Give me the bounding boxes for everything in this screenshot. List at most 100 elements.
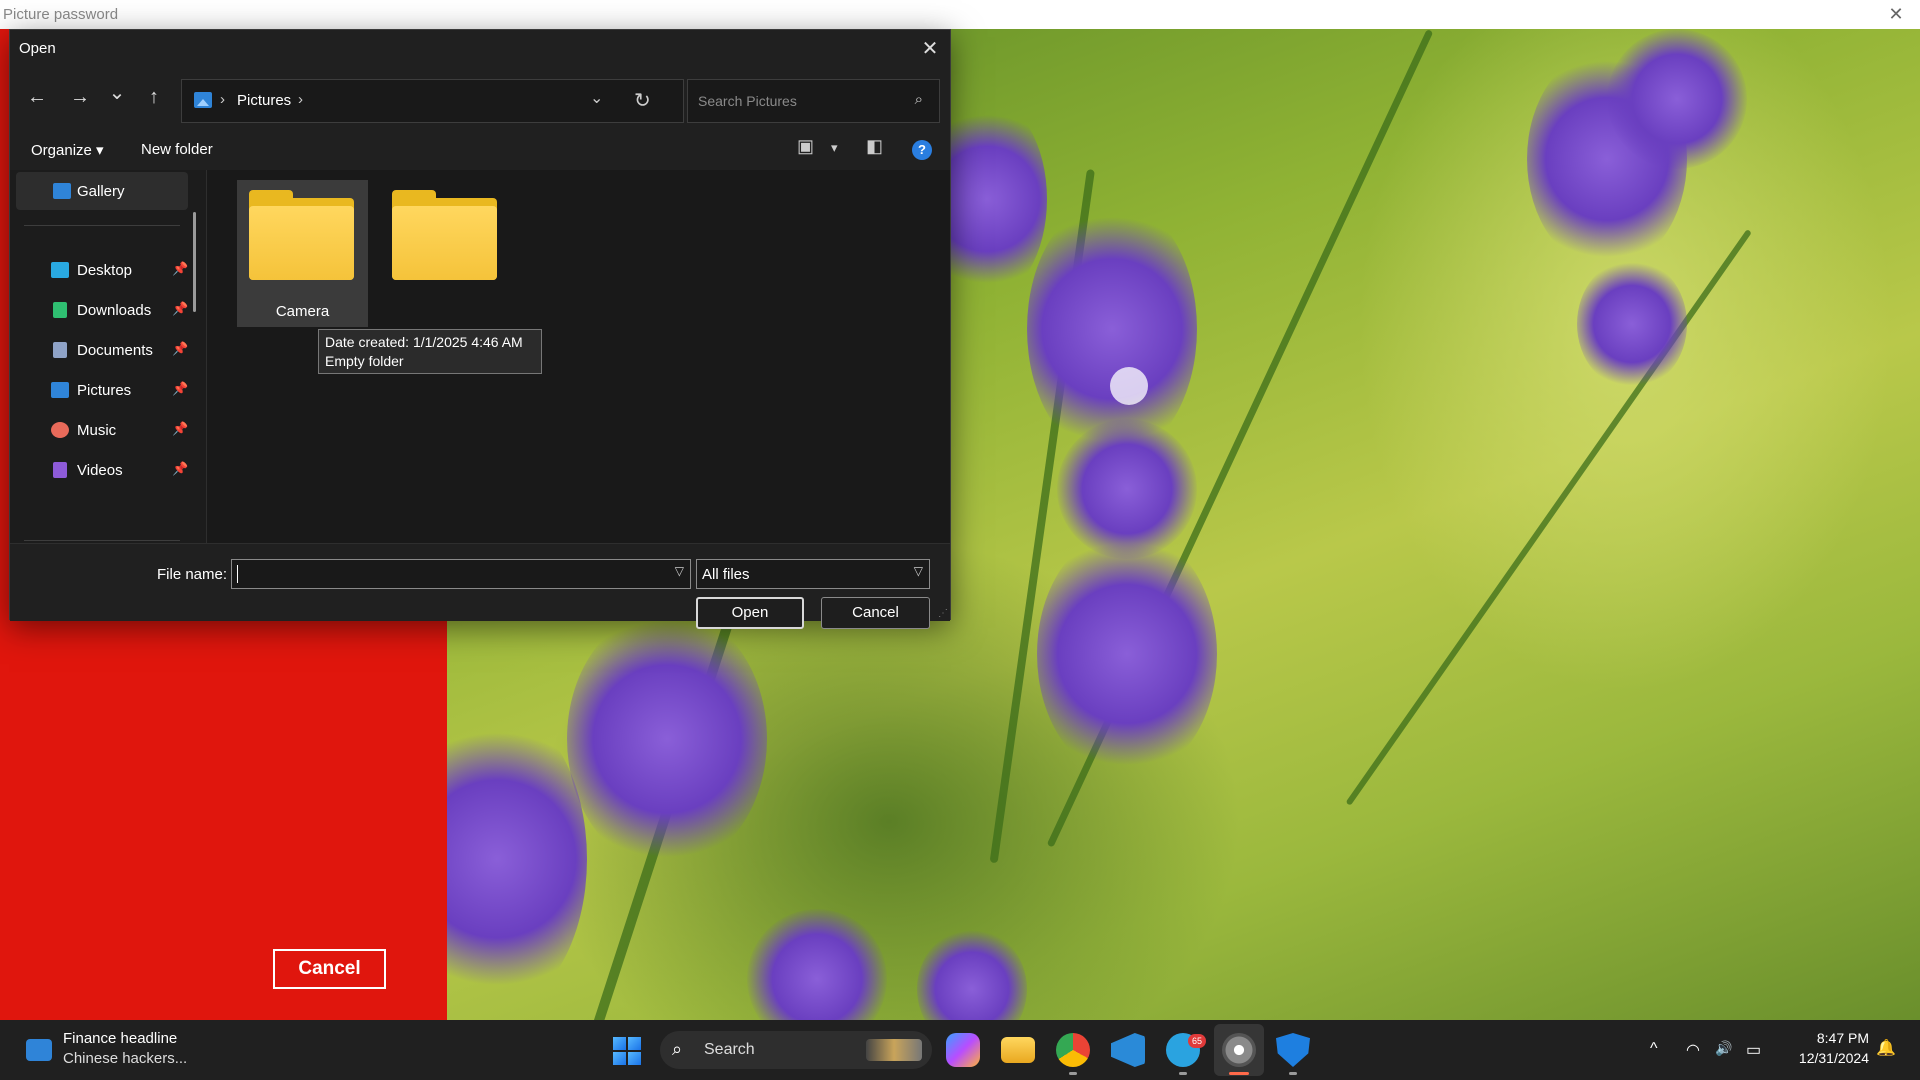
lavender-blossom	[447, 709, 587, 1009]
folder-item[interactable]	[380, 180, 511, 327]
recent-locations-chevron-icon[interactable]: ⌄	[102, 78, 132, 108]
new-folder-button[interactable]: New folder	[141, 141, 213, 158]
desktop-icon	[51, 262, 69, 278]
news-widget-icon[interactable]	[26, 1039, 52, 1061]
wifi-icon[interactable]: ◠	[1686, 1040, 1700, 1060]
lavender-blossom	[1577, 259, 1687, 389]
notification-bell-icon[interactable]: 🔔	[1876, 1038, 1896, 1058]
file-name-dropdown-chevron-icon[interactable]: ▽	[675, 564, 684, 578]
taskbar-search-box[interactable]: ⌕ Search	[660, 1031, 932, 1069]
pictures-icon	[194, 92, 212, 108]
running-indicator	[1289, 1072, 1297, 1075]
dialog-footer: File name: ▽ All files ▽ Open Cancel ⋰	[10, 543, 950, 629]
documents-icon	[53, 342, 67, 358]
search-icon: ⌕	[914, 91, 923, 108]
nav-item-label: Gallery	[77, 183, 125, 200]
open-button[interactable]: Open	[696, 597, 804, 629]
picture-password-cancel-button[interactable]: Cancel	[273, 949, 386, 989]
nav-item-label: Desktop	[77, 262, 133, 279]
file-type-value: All files	[702, 566, 750, 583]
clock-date[interactable]: 12/31/2024	[1786, 1050, 1869, 1066]
command-bar: Organize ▾ New folder ▣ ▾ ◧ ?	[10, 128, 950, 170]
preview-pane-icon[interactable]: ◧	[866, 136, 883, 157]
news-widget-title[interactable]: Finance headline	[63, 1030, 177, 1047]
nav-item-music[interactable]: Music 📌	[16, 411, 188, 449]
help-icon[interactable]: ?	[912, 140, 932, 160]
resize-grip-icon[interactable]: ⋰	[938, 608, 948, 619]
nav-item-videos[interactable]: Videos 📌	[16, 451, 188, 489]
tray-overflow-chevron-icon[interactable]: ^	[1650, 1040, 1658, 1058]
copilot-icon[interactable]	[946, 1033, 980, 1067]
search-highlight-icon	[866, 1039, 922, 1061]
tooltip-date-created: Date created: 1/1/2025 4:46 AM	[325, 334, 523, 350]
refresh-icon[interactable]: ↻	[634, 88, 651, 113]
news-widget-subtitle[interactable]: Chinese hackers...	[63, 1050, 187, 1067]
picture-password-titlebar: Picture password ✕	[0, 0, 1920, 29]
volume-icon[interactable]: 🔊	[1715, 1040, 1732, 1057]
folder-icon-front	[392, 206, 497, 280]
settings-icon[interactable]	[1222, 1033, 1256, 1067]
nav-item-documents[interactable]: Documents 📌	[16, 331, 188, 369]
pin-icon: 📌	[172, 421, 189, 436]
windows-start-icon[interactable]	[613, 1037, 641, 1065]
gallery-icon	[53, 183, 71, 199]
window-close-icon[interactable]: ✕	[1884, 2, 1908, 26]
breadcrumb-separator[interactable]: ›	[298, 91, 303, 108]
tooltip-folder-status: Empty folder	[325, 353, 404, 369]
file-explorer-icon[interactable]	[1001, 1037, 1035, 1063]
dialog-close-icon[interactable]: ✕	[914, 34, 946, 64]
address-bar[interactable]: › Pictures › ⌄ ↻	[181, 79, 684, 123]
folder-icon-front	[249, 206, 354, 280]
view-mode-icon[interactable]: ▣	[797, 136, 814, 157]
pin-icon: 📌	[172, 341, 189, 356]
back-arrow-icon[interactable]: ←	[22, 82, 52, 112]
breadcrumb-pictures[interactable]: Pictures	[237, 92, 291, 109]
security-shield-icon[interactable]	[1276, 1033, 1310, 1067]
dialog-title: Open	[19, 40, 56, 57]
forward-arrow-icon[interactable]: →	[65, 82, 95, 112]
nav-item-desktop[interactable]: Desktop 📌	[16, 251, 188, 289]
up-arrow-icon[interactable]: ↑	[139, 82, 169, 112]
nav-item-gallery[interactable]: Gallery	[16, 172, 188, 210]
pictures-icon	[51, 382, 69, 398]
battery-icon[interactable]: ▭	[1746, 1040, 1761, 1060]
nav-divider	[24, 540, 180, 541]
breadcrumb-separator: ›	[220, 91, 225, 108]
taskbar-search-label: Search	[704, 1041, 755, 1058]
open-file-dialog: Open ✕ ← → ⌄ ↑ › Pictures › ⌄ ↻ Search P…	[9, 29, 951, 629]
pin-icon: 📌	[172, 461, 189, 476]
navigation-pane: Gallery Desktop 📌 Downloads 📌 Documents …	[10, 170, 206, 543]
file-name-field[interactable]: ▽	[231, 559, 691, 589]
stem	[1345, 229, 1752, 806]
vscode-icon[interactable]	[1111, 1033, 1145, 1067]
pin-icon: 📌	[172, 261, 189, 276]
nav-pane-scrollbar[interactable]	[193, 212, 196, 312]
videos-icon	[53, 462, 67, 478]
active-indicator	[1229, 1072, 1249, 1075]
search-input[interactable]: Search Pictures ⌕	[687, 79, 940, 123]
nav-item-label: Music	[77, 422, 117, 439]
nav-item-label: Pictures	[77, 382, 132, 399]
address-dropdown-chevron-icon[interactable]: ⌄	[590, 88, 603, 108]
search-placeholder: Search Pictures	[698, 93, 797, 109]
view-dropdown-chevron-icon[interactable]: ▾	[831, 140, 838, 156]
running-indicator	[1069, 1072, 1077, 1075]
search-icon: ⌕	[672, 1039, 683, 1059]
taskbar: Finance headline Chinese hackers... ⌕ Se…	[0, 1020, 1920, 1080]
lavender-blossom	[1607, 29, 1747, 169]
nav-item-label: Videos	[77, 462, 123, 479]
file-type-select[interactable]: All files ▽	[696, 559, 930, 589]
cancel-button[interactable]: Cancel	[821, 597, 930, 629]
nav-item-downloads[interactable]: Downloads 📌	[16, 291, 188, 329]
lavender-blossom	[747, 909, 887, 1020]
organize-button[interactable]: Organize ▾	[31, 141, 104, 159]
text-caret	[237, 565, 238, 583]
pin-icon: 📌	[172, 381, 189, 396]
nav-item-label: Downloads	[77, 302, 152, 319]
clock-time[interactable]: 8:47 PM	[1812, 1030, 1869, 1046]
chrome-icon[interactable]	[1056, 1033, 1090, 1067]
nav-item-pictures[interactable]: Pictures 📌	[16, 371, 188, 409]
lavender-blossom	[1037, 529, 1217, 779]
folder-item[interactable]: Camera	[237, 180, 368, 327]
telegram-unread-badge: 65	[1188, 1034, 1206, 1048]
